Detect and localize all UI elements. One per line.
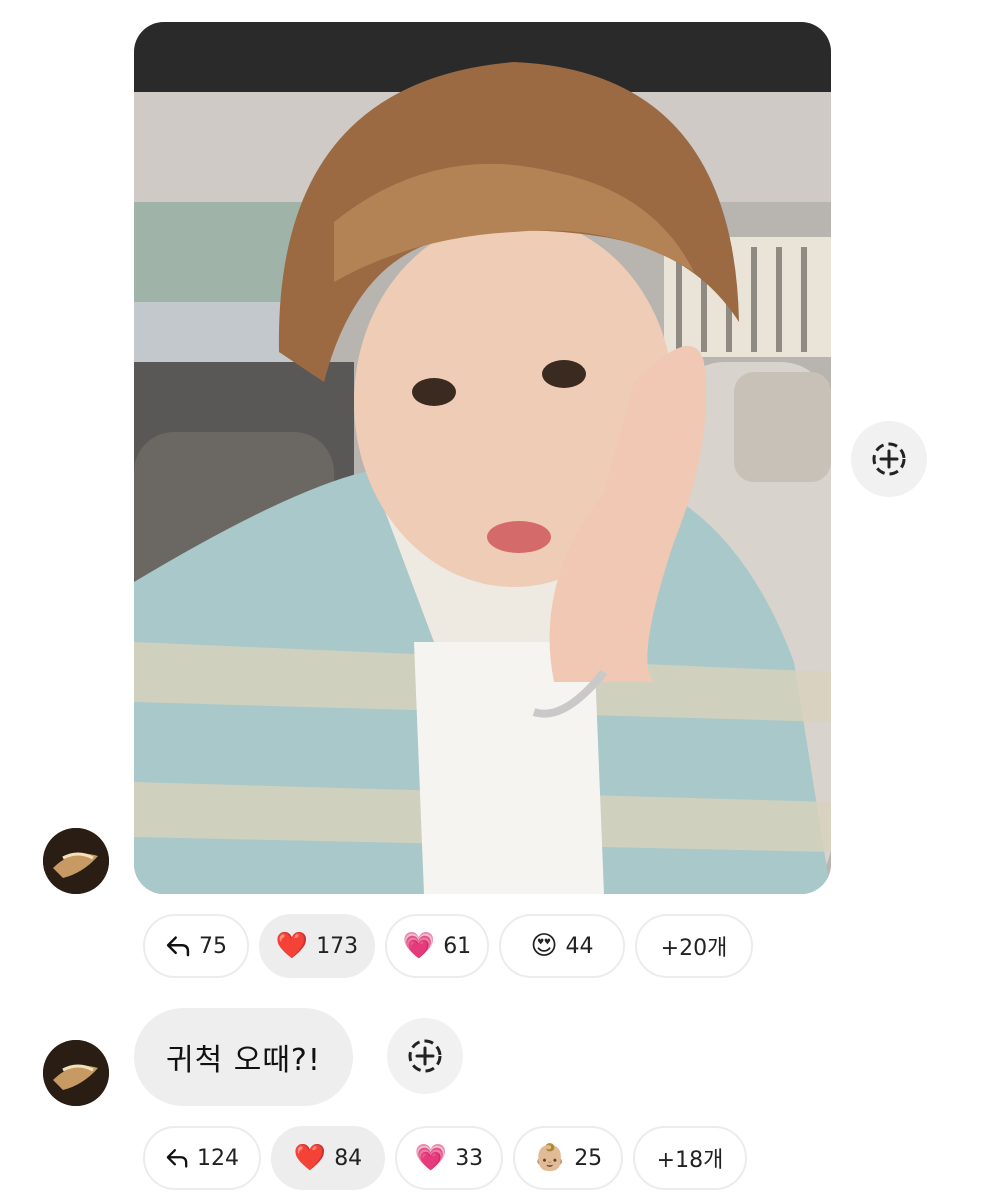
add-reaction-icon [872,442,906,476]
reaction-count: 44 [565,933,594,959]
red-heart-icon: ❤️ [293,1143,327,1173]
baby-icon: 👶🏼 [533,1143,567,1173]
more-reactions-chip[interactable]: +18개 [633,1126,747,1190]
message-text: 귀척 오때?! [166,1043,321,1078]
more-reactions-label: +18개 [656,1148,724,1173]
reaction-chip-pink-heart[interactable]: 💗 61 [385,914,489,978]
reply-chip[interactable]: 124 [143,1126,261,1190]
avatar-image [43,828,109,894]
reaction-chip-red-heart[interactable]: ❤️ 173 [259,914,375,978]
reaction-chip-red-heart[interactable]: ❤️ 84 [271,1126,385,1190]
reaction-chip-heart-eyes[interactable]: 😍 44 [499,914,625,978]
selfie-photo [134,22,831,894]
avatar-image [43,1040,109,1106]
sender-avatar[interactable] [43,828,109,894]
reaction-chip-pink-heart[interactable]: 💗 33 [395,1126,503,1190]
reaction-chip-baby[interactable]: 👶🏼 25 [513,1126,623,1190]
add-reaction-icon [408,1039,442,1073]
red-heart-icon: ❤️ [275,931,309,961]
more-reactions-label: +20개 [660,936,728,961]
reaction-row-text: 124 ❤️ 84 💗 33 👶🏼 25 +18개 [143,1126,747,1190]
reply-arrow-icon [166,1149,188,1168]
reaction-count: 84 [334,1145,363,1171]
photo-message[interactable] [134,22,831,894]
reaction-row-photo: 75 ❤️ 173 💗 61 😍 44 +20개 [143,914,753,978]
sender-avatar[interactable] [43,1040,109,1106]
reaction-count: 33 [455,1145,484,1171]
more-reactions-chip[interactable]: +20개 [635,914,753,978]
add-reaction-button[interactable] [851,421,927,497]
reply-arrow-icon [166,936,190,957]
reply-count: 75 [199,933,227,959]
reaction-count: 25 [574,1145,603,1171]
heart-eyes-icon: 😍 [530,931,558,961]
reply-chip[interactable]: 75 [143,914,249,978]
pink-heart-icon: 💗 [402,931,436,961]
reaction-count: 173 [316,933,359,959]
text-message-bubble[interactable]: 귀척 오때?! [134,1008,353,1106]
add-reaction-button[interactable] [387,1018,463,1094]
pink-heart-icon: 💗 [414,1143,448,1173]
reaction-count: 61 [443,933,472,959]
reply-count: 124 [197,1145,239,1171]
